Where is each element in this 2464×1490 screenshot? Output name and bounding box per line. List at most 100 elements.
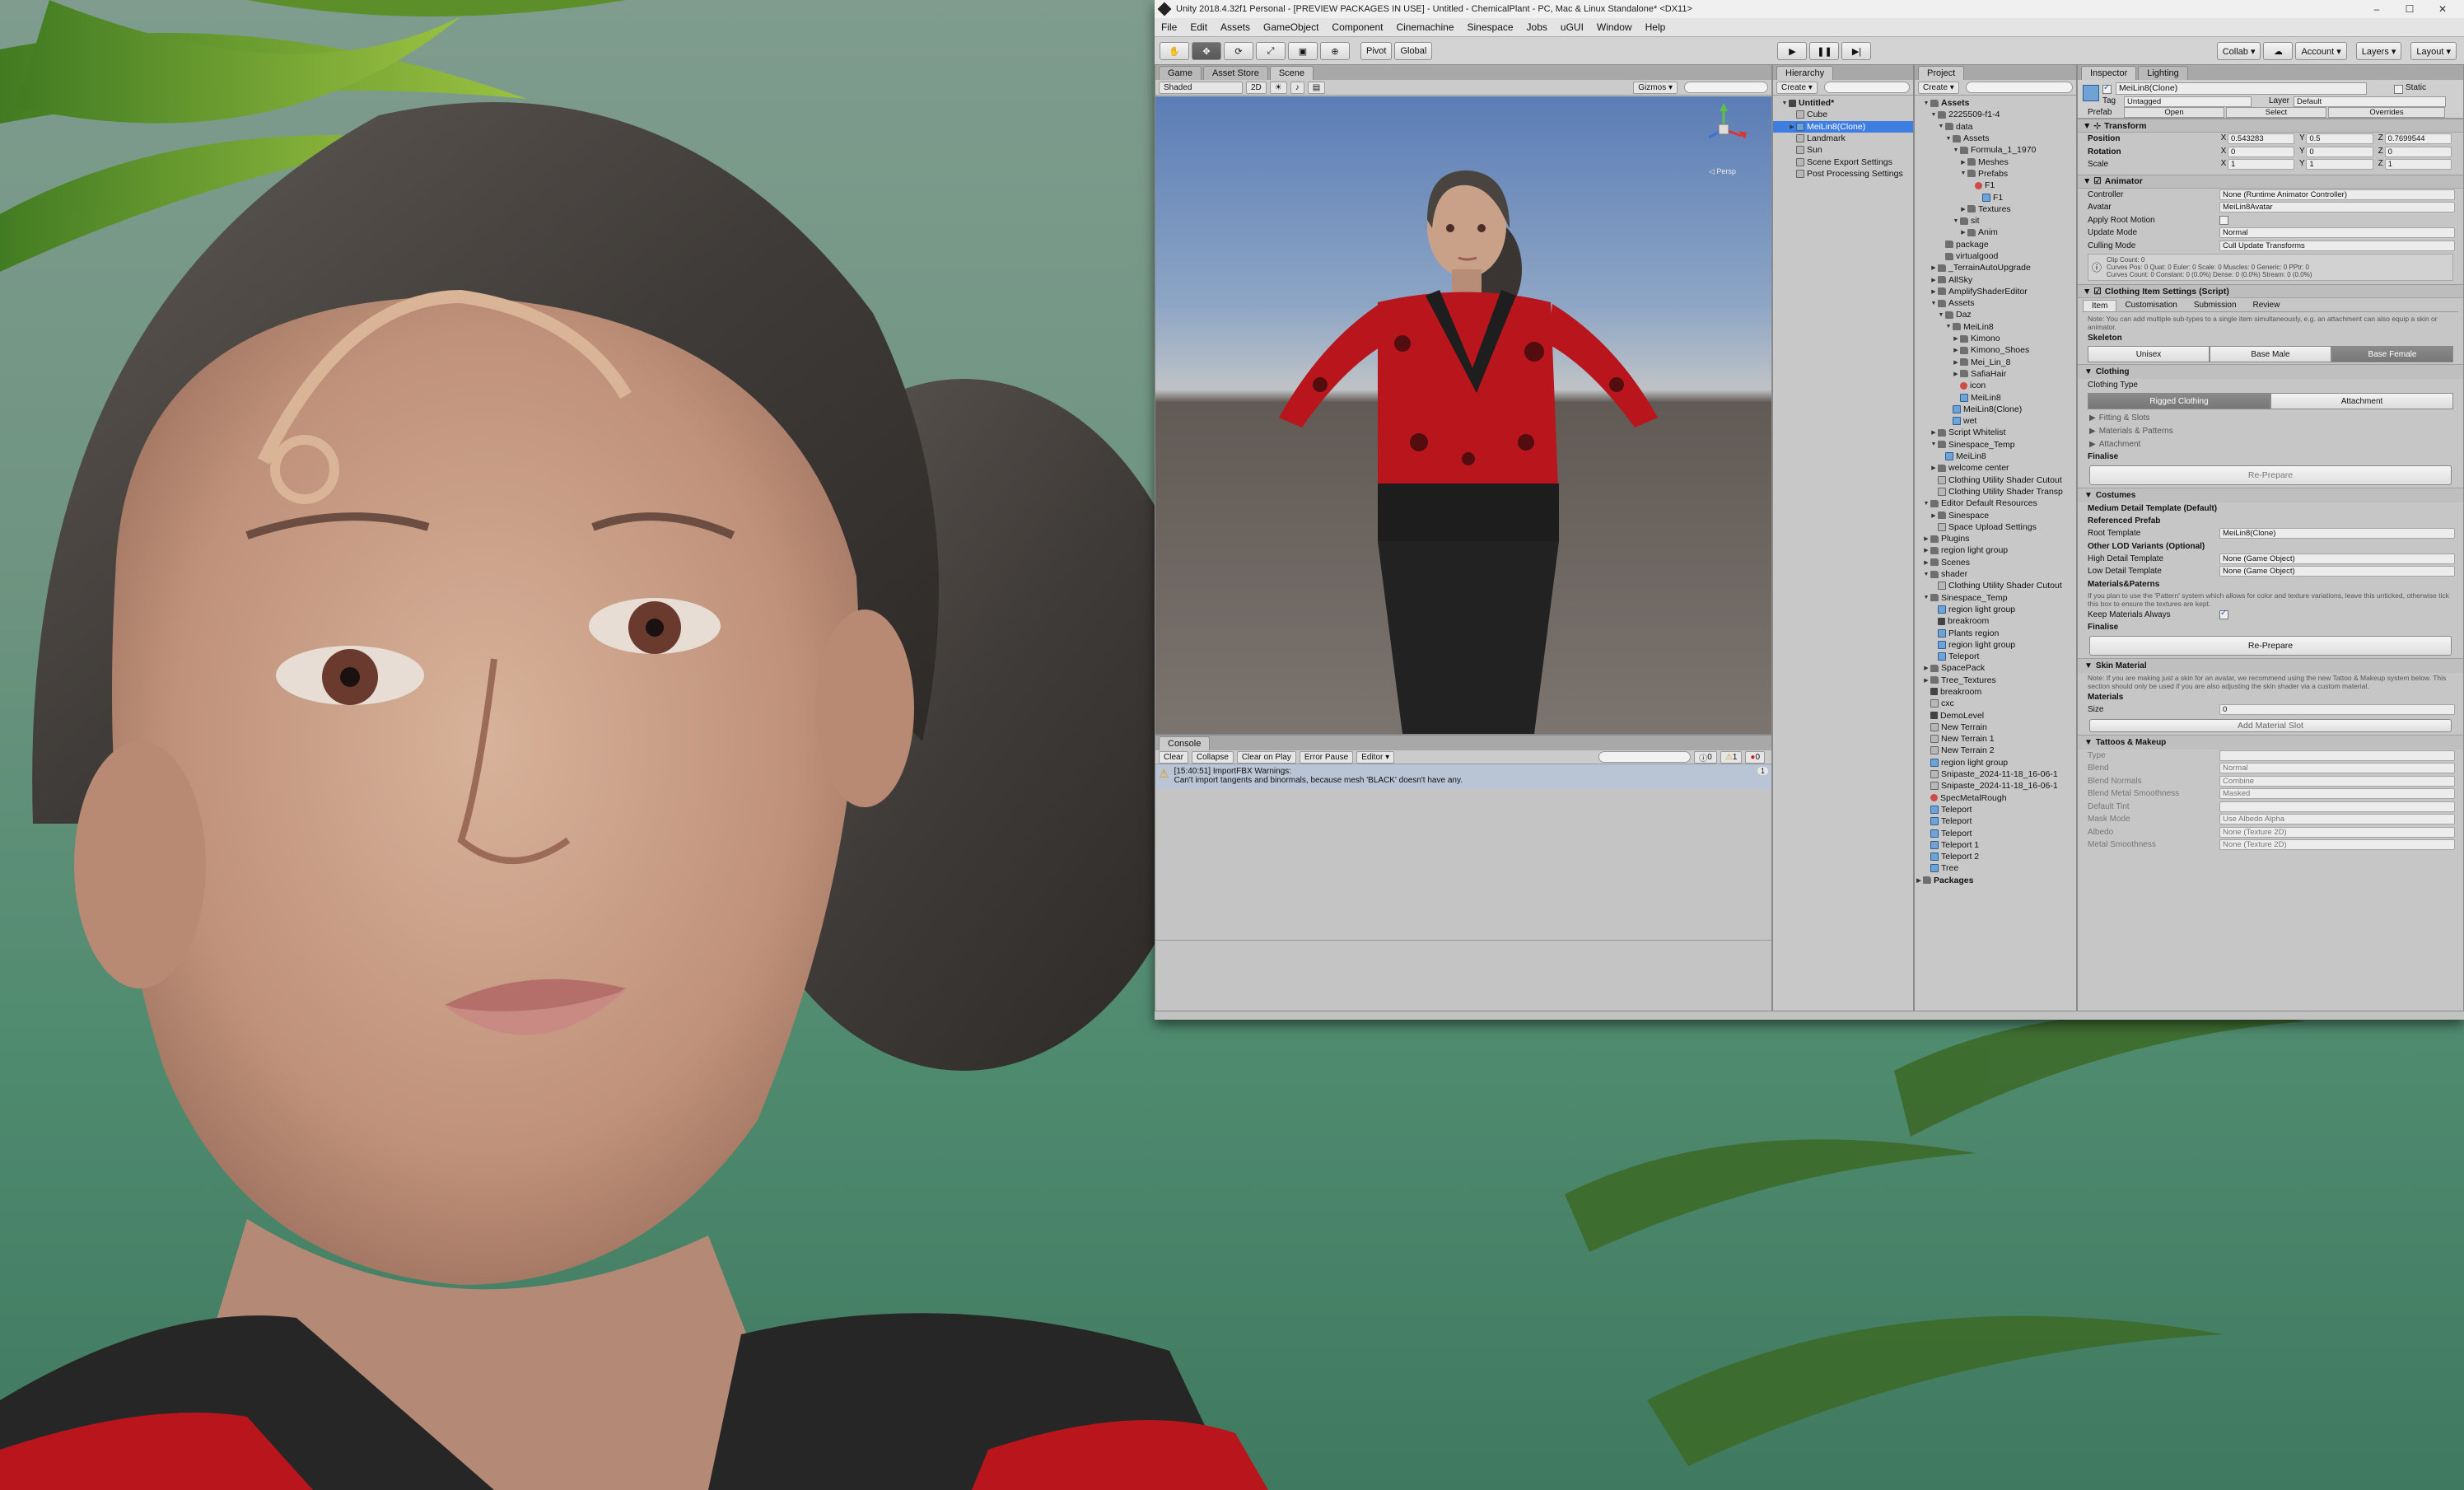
shading-dropdown[interactable]: Shaded <box>1159 81 1243 94</box>
clothing-tab-submission[interactable]: Submission <box>2186 300 2245 311</box>
tree-item[interactable]: ▼ Formula_1_1970 <box>1915 144 2076 156</box>
tree-item[interactable]: ▼ Prefabs <box>1915 168 2076 180</box>
console-log-entry[interactable]: ⚠ [15:40:51] ImportFBX Warnings: Can't i… <box>1155 764 1771 789</box>
tree-item[interactable]: breakroom <box>1915 615 2076 627</box>
chevron-right-icon[interactable]: ▶ <box>1922 547 1930 553</box>
tattoo-prop-field[interactable]: None (Texture 2D) <box>2219 826 2455 838</box>
attachment-button[interactable]: Attachment <box>2270 393 2453 409</box>
tree-item[interactable]: region light group <box>1915 757 2076 768</box>
tree-item[interactable]: SpecMetalRough <box>1915 792 2076 804</box>
skeleton-unisex-button[interactable]: Unisex <box>2088 346 2210 362</box>
tree-item[interactable]: ▶ SafiaHair <box>1915 368 2076 380</box>
tree-item[interactable]: Scene Export Settings <box>1773 156 1913 167</box>
prefab-select-button[interactable]: Select <box>2226 107 2326 118</box>
chevron-right-icon[interactable]: ▶ <box>1952 335 1960 342</box>
chevron-down-icon[interactable]: ▼ <box>1937 312 1945 318</box>
tree-item[interactable]: New Terrain 1 <box>1915 733 2076 745</box>
tree-item[interactable]: ▶ Plugins <box>1915 533 2076 544</box>
clothing-tab-review[interactable]: Review <box>2245 300 2289 311</box>
tree-item[interactable]: DemoLevel <box>1915 709 2076 721</box>
scale-z-field[interactable]: 1 <box>2384 159 2452 170</box>
scale-y-field[interactable]: 1 <box>2306 159 2373 170</box>
console-collapse-button[interactable]: Collapse <box>1191 750 1234 764</box>
tree-item[interactable]: package <box>1915 239 2076 250</box>
tree-item[interactable]: ▼ Assets <box>1915 97 2076 109</box>
chevron-right-icon[interactable]: ▶ <box>1930 288 1938 295</box>
clothing-tab-customisation[interactable]: Customisation <box>2116 300 2185 311</box>
add-material-slot-button[interactable]: Add Material Slot <box>2089 718 2452 732</box>
tree-item[interactable]: region light group <box>1915 604 2076 615</box>
object-name-input[interactable]: MeiLin8(Clone) <box>2116 82 2367 95</box>
chevron-down-icon[interactable]: ▼ <box>1922 100 1930 106</box>
hierarchy-create-button[interactable]: Create ▾ <box>1776 81 1818 94</box>
menu-file[interactable]: File <box>1161 21 1177 33</box>
chevron-down-icon[interactable]: ▼ <box>1944 324 1953 329</box>
skeleton-base-male-button[interactable]: Base Male <box>2210 346 2331 362</box>
chevron-down-icon[interactable]: ▼ <box>1922 572 1930 577</box>
chevron-down-icon[interactable]: ▼ <box>1930 441 1938 447</box>
tab-lighting[interactable]: Lighting <box>2138 66 2188 80</box>
reprepare-button[interactable]: Re-Prepare <box>2089 636 2452 656</box>
chevron-down-icon[interactable]: ▼ <box>1944 136 1953 142</box>
tab-scene[interactable]: Scene <box>1269 66 1314 80</box>
menu-window[interactable]: Window <box>1597 21 1632 33</box>
project-create-button[interactable]: Create ▾ <box>1918 81 1959 94</box>
tree-item[interactable]: ▼ Assets <box>1915 297 2076 309</box>
tree-item[interactable]: Snipaste_2024-11-18_16-06-1 <box>1915 780 2076 792</box>
persp-label[interactable]: ◁ Persp <box>1709 167 1736 176</box>
chevron-down-icon[interactable]: ▼ <box>1937 124 1945 129</box>
tree-item[interactable]: Plants region <box>1915 627 2076 638</box>
tree-item[interactable]: Teleport 1 <box>1915 839 2076 851</box>
tree-item[interactable]: ▼ MeiLin8 <box>1915 321 2076 333</box>
tattoo-prop-field[interactable]: Masked <box>2219 788 2455 800</box>
chevron-down-icon[interactable]: ▼ <box>1952 147 1960 153</box>
tree-item[interactable]: New Terrain 2 <box>1915 745 2076 756</box>
tree-item[interactable]: MeiLin8 <box>1915 391 2076 403</box>
tree-item[interactable]: ▼ sit <box>1915 215 2076 227</box>
2d-toggle[interactable]: 2D <box>1246 81 1267 94</box>
tree-item[interactable]: Clothing Utility Shader Cutout <box>1915 474 2076 486</box>
tree-item[interactable]: ▶ Meshes <box>1915 156 2076 167</box>
tree-item[interactable]: Teleport <box>1915 804 2076 815</box>
tree-item[interactable]: virtualgood <box>1915 250 2076 262</box>
tree-item[interactable]: Snipaste_2024-11-18_16-06-1 <box>1915 768 2076 780</box>
tab-game[interactable]: Game <box>1159 66 1202 80</box>
rotate-tool-button[interactable]: ⟳ <box>1224 42 1253 60</box>
tree-item[interactable]: ▼ Daz <box>1915 309 2076 320</box>
hierarchy-search-input[interactable] <box>1823 82 1910 93</box>
layer-dropdown[interactable]: Default <box>2294 96 2446 107</box>
chevron-right-icon[interactable]: ▶ <box>1922 665 1930 671</box>
tree-item[interactable]: ▼ Editor Default Resources <box>1915 497 2076 509</box>
root-motion-checkbox[interactable] <box>2219 215 2228 225</box>
play-button[interactable]: ▶ <box>1777 42 1808 60</box>
transform-tool-button[interactable]: ⊕ <box>1320 42 1350 60</box>
chevron-right-icon[interactable]: ▶ <box>1915 877 1923 884</box>
tree-item[interactable]: Teleport <box>1915 651 2076 662</box>
close-button[interactable]: ✕ <box>2426 3 2459 15</box>
costumes-section-header[interactable]: ▼ Costumes <box>2078 488 2463 502</box>
tree-item[interactable]: ▶ _TerrainAutoUpgrade <box>1915 262 2076 273</box>
minimize-button[interactable]: – <box>2360 3 2393 15</box>
tag-dropdown[interactable]: Untagged <box>2124 96 2252 107</box>
clear-on-play-button[interactable]: Clear on Play <box>1236 750 1296 764</box>
chevron-down-icon[interactable]: ▼ <box>1922 501 1930 507</box>
tree-item[interactable]: wet <box>1915 415 2076 427</box>
tree-item[interactable]: ▶ Anim <box>1915 227 2076 238</box>
info-filter-toggle[interactable]: ⓘ 0 <box>1694 750 1717 764</box>
tattoo-prop-field[interactable]: Combine <box>2219 775 2455 787</box>
menu-ugui[interactable]: uGUI <box>1561 21 1584 33</box>
tree-item[interactable]: New Terrain <box>1915 722 2076 733</box>
tree-item[interactable]: ▶ AmplifyShaderEditor <box>1915 286 2076 297</box>
tab-console[interactable]: Console <box>1159 736 1211 750</box>
prefab-overrides-dropdown[interactable]: Overrides <box>2328 107 2445 118</box>
tree-item[interactable]: ▶ SpacePack <box>1915 662 2076 674</box>
scene-search-input[interactable] <box>1684 82 1768 93</box>
tree-item[interactable]: ▶ AllSky <box>1915 273 2076 285</box>
tab-project[interactable]: Project <box>1918 66 1965 80</box>
menu-gameobject[interactable]: GameObject <box>1263 21 1318 33</box>
chevron-down-icon[interactable]: ▼ <box>1952 218 1960 224</box>
chevron-right-icon[interactable]: ▶ <box>1930 277 1938 283</box>
scene-viewport[interactable]: ◁ Persp <box>1155 96 1771 734</box>
tattoo-prop-field[interactable] <box>2219 801 2455 812</box>
position-z-field[interactable]: 0.7699544 <box>2384 133 2452 145</box>
